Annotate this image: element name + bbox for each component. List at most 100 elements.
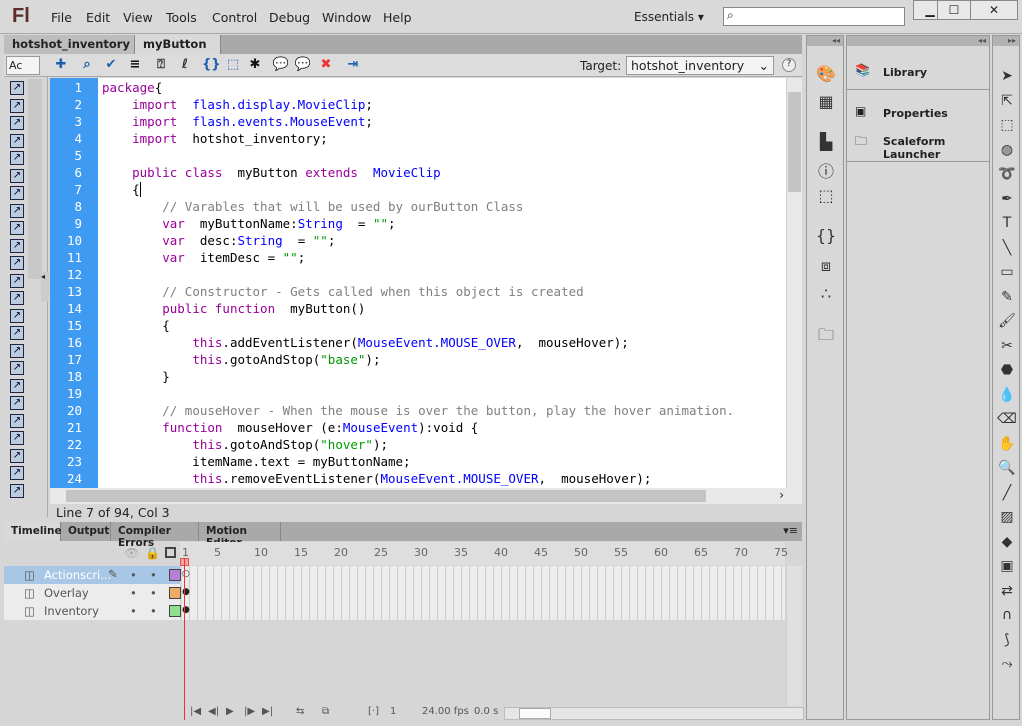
tool-icon[interactable]: ╱: [997, 485, 1017, 505]
tool-icon[interactable]: ╲: [997, 240, 1017, 260]
align-icon[interactable]: ▙: [815, 132, 837, 152]
layer-name[interactable]: Inventory: [44, 604, 99, 618]
lock-icon[interactable]: 🔒: [145, 546, 160, 560]
onion-skin-icon[interactable]: ⧉: [322, 706, 329, 717]
menu-tools[interactable]: Tools: [166, 10, 197, 25]
tool-icon[interactable]: 🔍: [997, 460, 1017, 480]
panel-library[interactable]: Library: [883, 66, 927, 79]
tool-icon[interactable]: ✋: [997, 436, 1017, 456]
tab-hotshot-inventory[interactable]: hotshot_inventory ×: [4, 35, 135, 65]
code-line[interactable]: // Varables that will be used by ourButt…: [102, 199, 523, 214]
toolbox-item-icon[interactable]: ↗: [10, 81, 24, 95]
visibility-dot[interactable]: •: [130, 604, 137, 618]
tool-icon[interactable]: ∩: [997, 607, 1017, 627]
debug-options-icon[interactable]: ℓ: [176, 57, 194, 74]
toolbox-item-icon[interactable]: ↗: [10, 343, 24, 358]
code-line[interactable]: var itemDesc = "";: [102, 250, 305, 265]
code-line[interactable]: import hotshot_inventory;: [102, 131, 328, 146]
search-input[interactable]: ⌕: [723, 7, 905, 26]
timeline-vertical-scrollbar[interactable]: [786, 566, 802, 706]
auto-format-icon[interactable]: ≡: [126, 57, 144, 74]
playhead[interactable]: [184, 558, 185, 720]
tab-timeline[interactable]: Timeline: [4, 522, 62, 541]
toolbox-item-icon[interactable]: ↗: [10, 396, 24, 410]
tool-icon[interactable]: ⌫: [997, 411, 1017, 431]
code-line[interactable]: var myButtonName:String = "";: [102, 216, 395, 231]
edit-markers-icon[interactable]: [·]: [368, 706, 379, 717]
toolbox-item-icon[interactable]: ↗: [10, 238, 24, 253]
tool-icon[interactable]: ✎: [997, 289, 1017, 309]
go-last-frame-icon[interactable]: ▶|: [262, 706, 273, 717]
step-forward-icon[interactable]: |▶: [244, 706, 255, 717]
color-palette-icon[interactable]: 🎨: [815, 64, 837, 84]
code-editor[interactable]: package{ import flash.display.MovieClip;…: [98, 78, 786, 488]
code-line[interactable]: package{: [102, 80, 162, 95]
expand-icon[interactable]: ▸▸: [993, 36, 1019, 46]
layer-name[interactable]: Overlay: [44, 586, 89, 600]
toolbox-item-icon[interactable]: ↗: [10, 378, 24, 393]
toolbox-item-icon[interactable]: ↗: [10, 151, 24, 165]
tool-icon[interactable]: ➰: [997, 166, 1017, 186]
tool-icon[interactable]: ⟆: [997, 632, 1017, 652]
frame-ruler[interactable]: 1 5 10 15 20 25 30 35 40 45 50 55 60 65 70 75: [180, 542, 788, 565]
tool-icon[interactable]: 💧: [997, 387, 1017, 407]
collapse-braces-icon[interactable]: {}: [202, 57, 221, 74]
tool-icon[interactable]: ▣: [997, 558, 1017, 578]
layer-color-swatch[interactable]: [169, 605, 181, 617]
toolbox-item-icon[interactable]: ↗: [10, 256, 24, 270]
toolbox-item-icon[interactable]: ↗: [10, 326, 24, 340]
tool-icon[interactable]: ⬣: [997, 362, 1017, 382]
block-comment-icon[interactable]: 💬: [272, 57, 290, 74]
code-line[interactable]: public function myButton(): [102, 301, 365, 316]
code-line[interactable]: {: [102, 182, 140, 197]
lock-dot[interactable]: •: [150, 568, 157, 582]
tab-output[interactable]: Output: [61, 522, 111, 541]
tool-icon[interactable]: ⇱: [997, 93, 1017, 113]
layer-frames[interactable]: ●: [182, 602, 785, 620]
info-icon[interactable]: ⓘ: [815, 158, 837, 181]
toolbox-item-icon[interactable]: ↗: [10, 361, 24, 375]
visibility-dot[interactable]: •: [130, 586, 137, 600]
tool-icon[interactable]: ▨: [997, 509, 1017, 529]
layer-frames[interactable]: ●: [182, 584, 785, 602]
components-icon[interactable]: ⧈: [815, 256, 837, 276]
close-button[interactable]: ✕: [970, 0, 1018, 20]
go-first-frame-icon[interactable]: |◀: [190, 706, 201, 717]
tool-icon[interactable]: ◆: [997, 534, 1017, 554]
menu-view[interactable]: View: [123, 10, 153, 25]
toolbox-item-icon[interactable]: ↗: [10, 116, 24, 130]
menu-edit[interactable]: Edit: [86, 10, 110, 25]
tool-icon[interactable]: ⤳: [997, 656, 1017, 676]
tool-icon[interactable]: ➤: [997, 68, 1017, 88]
layer-frames[interactable]: ○: [182, 566, 785, 584]
motion-presets-icon[interactable]: ∴: [815, 284, 837, 304]
code-line[interactable]: this.gotoAndStop("base");: [102, 352, 380, 367]
tool-icon[interactable]: T: [997, 215, 1017, 235]
target-select[interactable]: hotshot_inventory ⌄: [626, 56, 774, 75]
code-line[interactable]: var desc:String = "";: [102, 233, 335, 248]
script-assist-icon[interactable]: ⇥: [344, 57, 362, 74]
script-navigator-select[interactable]: Ac: [6, 56, 40, 75]
layer-row[interactable]: ◫ Inventory • •: [4, 602, 181, 620]
code-snippets-icon[interactable]: {}: [815, 226, 837, 246]
swatches-icon[interactable]: ▦: [815, 92, 837, 112]
toolbox-item-icon[interactable]: ↗: [10, 98, 24, 113]
lock-dot[interactable]: •: [150, 604, 157, 618]
code-vertical-scrollbar[interactable]: [786, 78, 802, 488]
code-line[interactable]: // mouseHover - When the mouse is over t…: [102, 403, 734, 418]
outline-icon[interactable]: [165, 547, 176, 558]
project-icon[interactable]: 🗀: [815, 324, 837, 344]
layer-color-swatch[interactable]: [169, 569, 181, 581]
code-line[interactable]: function mouseHover (e:MouseEvent):void …: [102, 420, 478, 435]
step-back-icon[interactable]: ◀|: [208, 706, 219, 717]
panel-scaleform-launcher[interactable]: Scaleform Launcher: [883, 135, 989, 161]
eye-icon[interactable]: 👁: [124, 546, 139, 560]
current-frame[interactable]: 1: [390, 706, 396, 717]
code-line[interactable]: {: [102, 318, 170, 333]
tab-mybutton[interactable]: myButton ×: [135, 35, 221, 65]
code-line[interactable]: public class myButton extends MovieClip: [102, 165, 441, 180]
toolbox-item-icon[interactable]: ↗: [10, 448, 24, 463]
expand-all-icon[interactable]: ✱: [246, 57, 264, 74]
toolbox-scrollbar[interactable]: [28, 79, 42, 279]
loop-icon[interactable]: ⇆: [296, 706, 304, 717]
